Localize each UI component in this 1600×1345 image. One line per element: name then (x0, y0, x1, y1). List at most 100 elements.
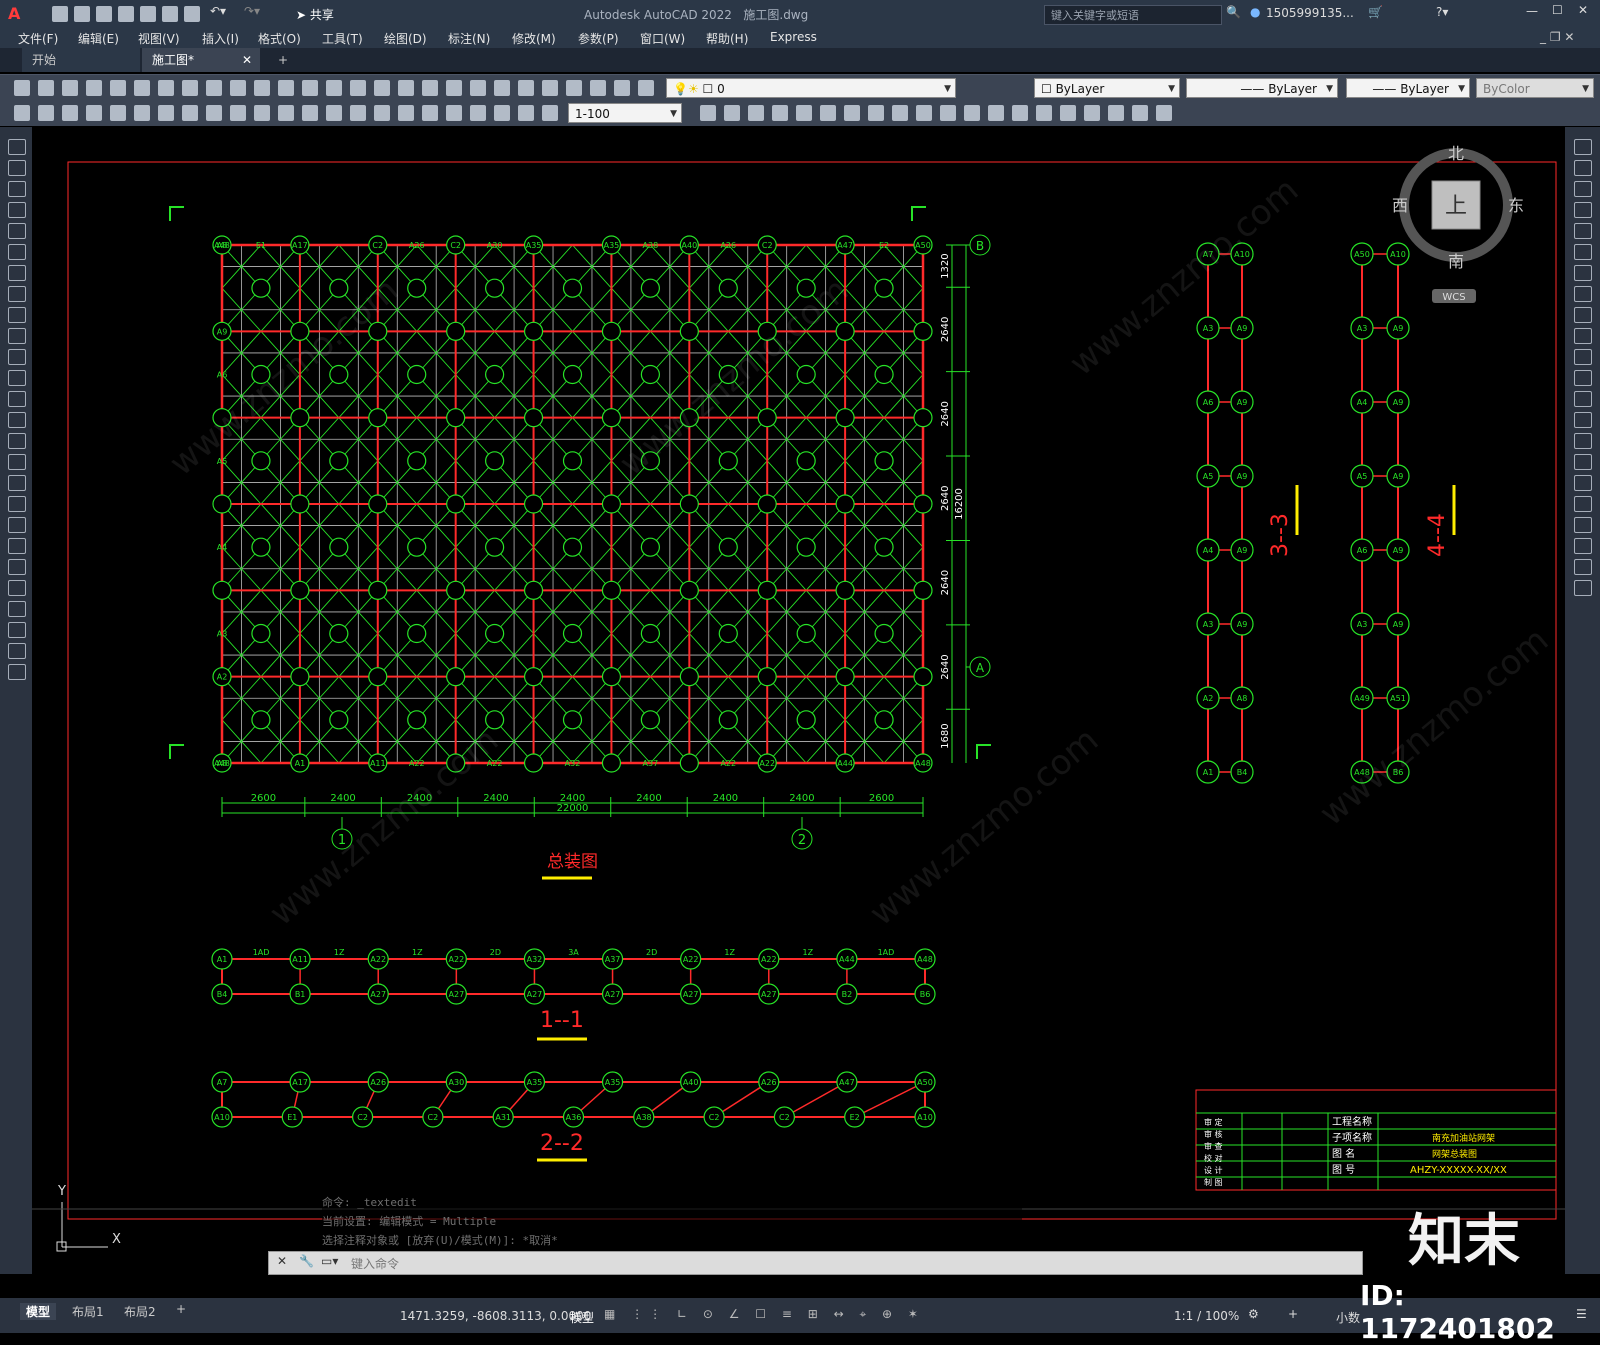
menu-tools[interactable]: 工具(T) (322, 30, 363, 47)
draw-tool-12-icon[interactable] (8, 370, 26, 386)
dimtool-4-icon[interactable] (86, 105, 102, 121)
drawing-canvas[interactable]: A48 E1 A17 C2 A26 C2 A30 A35 A35 A38 A40 A26 C2 A47 E2… (32, 127, 1565, 1275)
draw-tool-25-icon[interactable] (8, 643, 26, 659)
dimtool-22-icon[interactable] (518, 105, 534, 121)
modify-tool-9-icon[interactable] (1574, 307, 1592, 323)
menu-window[interactable]: 窗口(W) (640, 30, 685, 47)
tab-start[interactable]: 开始 (22, 48, 140, 72)
modify-tool-12-icon[interactable] (1574, 370, 1592, 386)
tool-11-icon[interactable] (254, 80, 270, 96)
modify-tool-6-icon[interactable] (1574, 244, 1592, 260)
modify-tool-7-icon[interactable] (1574, 265, 1592, 281)
new-icon[interactable] (52, 6, 68, 22)
menu-edit[interactable]: 编辑(E) (78, 30, 119, 47)
open-icon[interactable] (74, 6, 90, 22)
help-icon[interactable]: ?▾ (1436, 5, 1448, 19)
tool-21-icon[interactable] (494, 80, 510, 96)
draw-tool-11-icon[interactable] (8, 349, 26, 365)
dimtool-20-icon[interactable] (470, 105, 486, 121)
lineweight-combo[interactable]: —— ByLayer ▼ (1346, 78, 1470, 98)
annotation-scale[interactable]: 1:1 / 100% (1174, 1309, 1239, 1323)
tool-8-icon[interactable] (182, 80, 198, 96)
dimtool-32-icon[interactable] (892, 105, 908, 121)
tool-16-icon[interactable] (374, 80, 390, 96)
tool-20-icon[interactable] (470, 80, 486, 96)
menu-dimension[interactable]: 标注(N) (448, 30, 490, 47)
draw-tool-7-icon[interactable] (8, 265, 26, 281)
print-icon[interactable] (184, 6, 200, 22)
autocad-logo-icon[interactable]: A (8, 4, 20, 23)
draw-tool-3-icon[interactable] (8, 181, 26, 197)
gear-icon[interactable]: ⚙ (1248, 1307, 1259, 1321)
modify-tool-19-icon[interactable] (1574, 517, 1592, 533)
dimtool-33-icon[interactable] (916, 105, 932, 121)
draw-tool-1-icon[interactable] (8, 139, 26, 155)
draw-tool-16-icon[interactable] (8, 454, 26, 470)
menu-view[interactable]: 视图(V) (138, 30, 180, 47)
dimtool-27-icon[interactable] (772, 105, 788, 121)
dimtool-10-icon[interactable] (230, 105, 246, 121)
viewcube-south[interactable]: 南 (1448, 252, 1464, 271)
doc-minimize-icon[interactable]: _ ❐ ✕ (1540, 30, 1574, 44)
dimtool-41-icon[interactable] (1108, 105, 1124, 121)
menu-modify[interactable]: 修改(M) (512, 30, 556, 47)
tool-9-icon[interactable] (206, 80, 222, 96)
command-close-icon[interactable]: ✕ (277, 1254, 287, 1268)
draw-tool-20-icon[interactable] (8, 538, 26, 554)
status-icons[interactable]: ▦ ⋮⋮ ∟ ⊙ ∠ ☐ ≡ ⊞ ↔ ⌖ ⊕ ✶ (604, 1307, 924, 1322)
layout-tab-model[interactable]: 模型 (20, 1303, 57, 1320)
tool-15-icon[interactable] (350, 80, 366, 96)
draw-tool-13-icon[interactable] (8, 391, 26, 407)
dimtool-25-icon[interactable] (724, 105, 740, 121)
draw-tool-19-icon[interactable] (8, 517, 26, 533)
tool-23-icon[interactable] (542, 80, 558, 96)
tool-13-icon[interactable] (302, 80, 318, 96)
draw-tool-26-icon[interactable] (8, 664, 26, 680)
modify-tool-5-icon[interactable] (1574, 223, 1592, 239)
dimtool-24-icon[interactable] (700, 105, 716, 121)
menu-insert[interactable]: 插入(I) (202, 30, 239, 47)
coordinates-readout[interactable]: 1471.3259, -8608.3113, 0.0000 (400, 1309, 591, 1323)
tab-add[interactable]: + (268, 48, 298, 72)
scale-combo[interactable]: 1-100 ▼ (568, 103, 682, 123)
dimtool-37-icon[interactable] (1012, 105, 1028, 121)
command-prompt-icon[interactable]: ▭▾ (321, 1254, 338, 1268)
minimize-icon[interactable]: — (1526, 4, 1538, 18)
viewcube[interactable]: 上 北 南 西 东 WCS (1392, 144, 1524, 303)
dimtool-2-icon[interactable] (38, 105, 54, 121)
tool-5-icon[interactable] (110, 80, 126, 96)
tool-12-icon[interactable] (278, 80, 294, 96)
maximize-icon[interactable]: ☐ (1552, 3, 1563, 17)
modify-tool-15-icon[interactable] (1574, 433, 1592, 449)
dimtool-6-icon[interactable] (134, 105, 150, 121)
dimtool-42-icon[interactable] (1132, 105, 1148, 121)
modify-tool-18-icon[interactable] (1574, 496, 1592, 512)
tool-1-icon[interactable] (14, 80, 30, 96)
search-icon[interactable]: 🔍 (1226, 5, 1241, 19)
user-name[interactable]: 1505999135... (1266, 6, 1354, 20)
saveas-icon[interactable] (118, 6, 134, 22)
dimtool-31-icon[interactable] (868, 105, 884, 121)
dimtool-36-icon[interactable] (988, 105, 1004, 121)
color-combo[interactable]: ☐ ByLayer ▼ (1034, 78, 1180, 98)
tool-3-icon[interactable] (62, 80, 78, 96)
plot-icon[interactable] (162, 6, 178, 22)
dimtool-34-icon[interactable] (940, 105, 956, 121)
modify-tool-2-icon[interactable] (1574, 160, 1592, 176)
modify-tool-16-icon[interactable] (1574, 454, 1592, 470)
draw-tool-9-icon[interactable] (8, 307, 26, 323)
dimtool-35-icon[interactable] (964, 105, 980, 121)
tool-25-icon[interactable] (590, 80, 606, 96)
dimtool-17-icon[interactable] (398, 105, 414, 121)
tool-26-icon[interactable] (614, 80, 630, 96)
search-field[interactable]: 键入关键字或短语 (1044, 5, 1222, 25)
tool-24-icon[interactable] (566, 80, 582, 96)
modify-tool-11-icon[interactable] (1574, 349, 1592, 365)
tab-close-icon[interactable]: ✕ (242, 48, 252, 72)
draw-tool-23-icon[interactable] (8, 601, 26, 617)
linetype-combo[interactable]: —— ByLayer ▼ (1186, 78, 1338, 98)
modify-tool-20-icon[interactable] (1574, 538, 1592, 554)
dimtool-23-icon[interactable] (542, 105, 558, 121)
draw-tool-2-icon[interactable] (8, 160, 26, 176)
tool-10-icon[interactable] (230, 80, 246, 96)
